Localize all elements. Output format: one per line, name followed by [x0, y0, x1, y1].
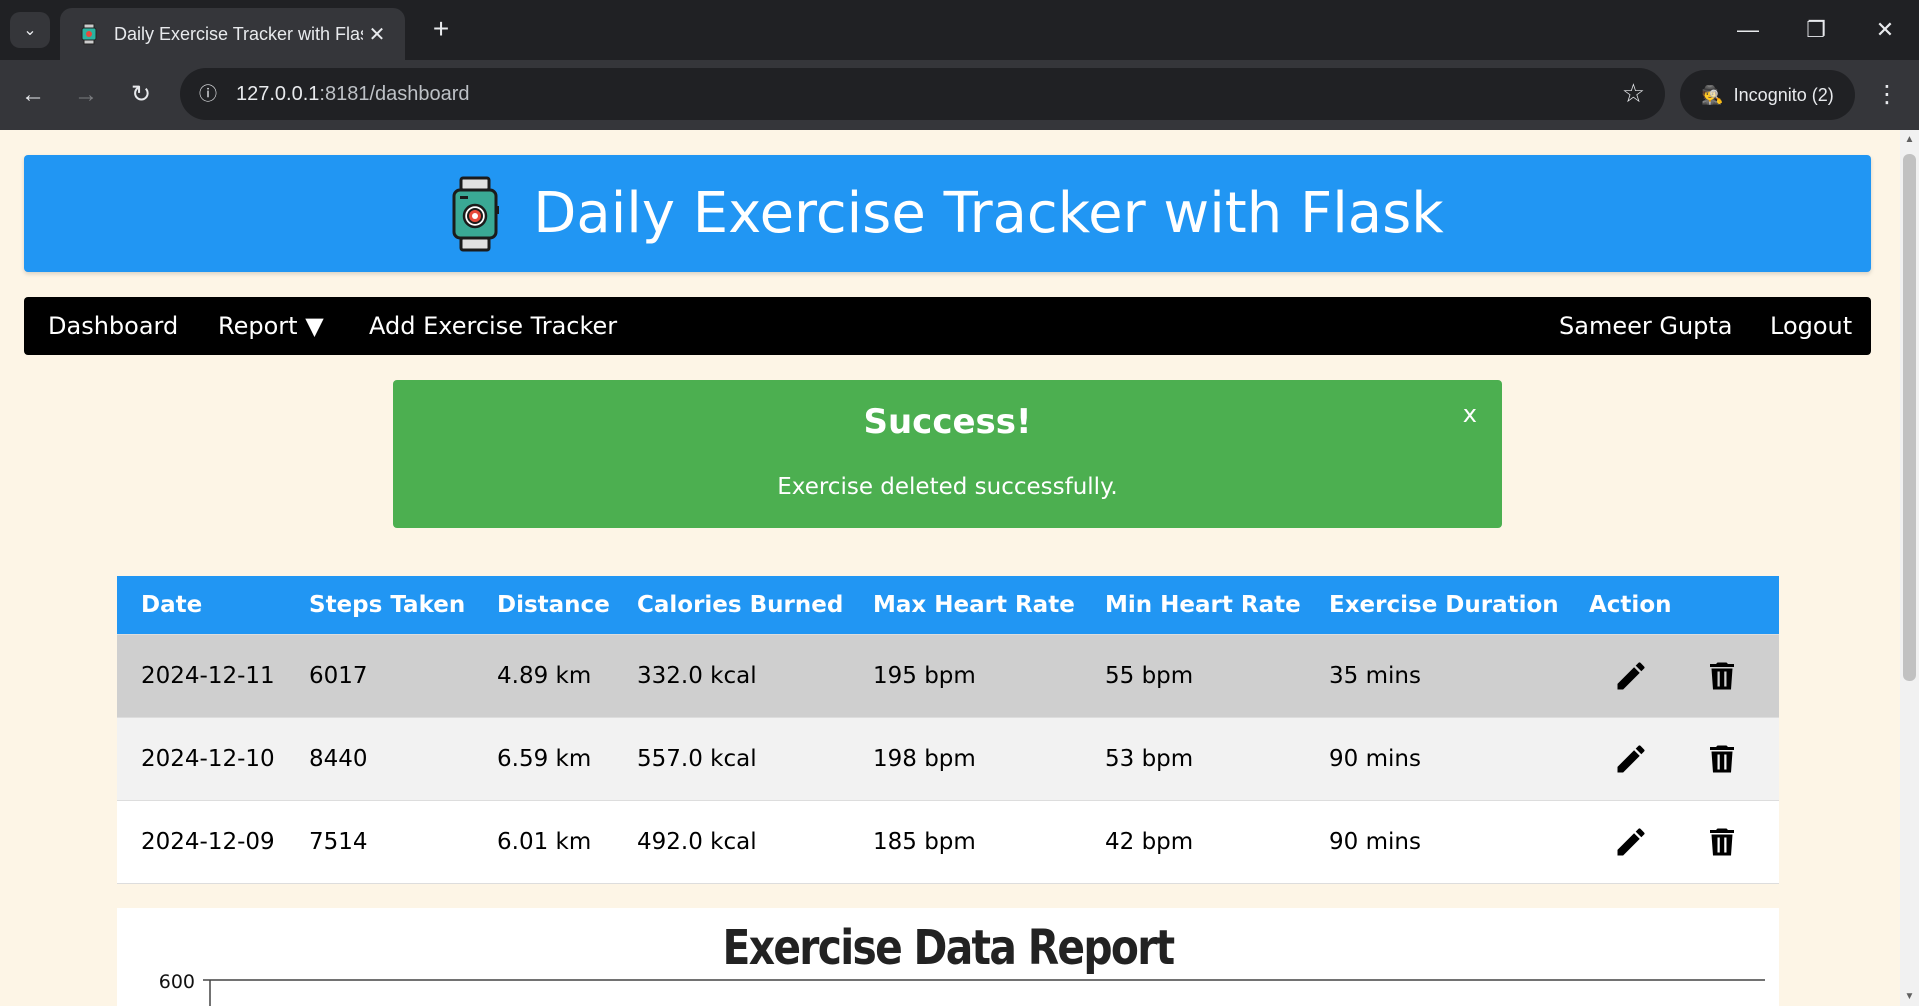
cell-calories: 492.0 kcal [613, 800, 849, 884]
report-chart-svg: 600 [159, 971, 1765, 1006]
tab-search-chevron-icon[interactable]: ⌄ [10, 12, 50, 48]
col-max-hr-header: Max Heart Rate [849, 576, 1081, 635]
nav-dashboard-link[interactable]: Dashboard [48, 297, 178, 355]
browser-toolbar: ← → ↻ ⓘ 127.0.0.1:8181/dashboard ☆ 🕵 Inc… [0, 60, 1919, 130]
incognito-icon: 🕵 [1701, 84, 1724, 105]
scroll-up-arrow-icon[interactable]: ▲ [1903, 134, 1916, 145]
col-calories-header: Calories Burned [613, 576, 849, 635]
chart-y-tick-label: 600 [159, 971, 195, 993]
nav-report-dropdown[interactable]: Report ▼ [218, 297, 324, 355]
cell-distance: 4.89 km [473, 634, 613, 718]
cell-distance: 6.01 km [473, 800, 613, 884]
cell-duration: 90 mins [1305, 800, 1565, 884]
table-header-row: Date Steps Taken Distance Calories Burne… [117, 576, 1779, 635]
close-window-icon[interactable]: ✕ [1865, 14, 1905, 46]
back-arrow-icon[interactable]: ← [16, 78, 50, 112]
smartwatch-favicon-icon [81, 23, 97, 45]
cell-date: 2024-12-10 [117, 717, 285, 801]
delete-icon[interactable] [1704, 658, 1740, 694]
nav-user-name[interactable]: Sameer Gupta [1559, 297, 1733, 355]
address-bar[interactable]: ⓘ 127.0.0.1:8181/dashboard ☆ [180, 68, 1665, 120]
reload-icon[interactable]: ↻ [124, 78, 158, 112]
cell-steps: 8440 [285, 717, 473, 801]
col-action-header: Action [1565, 576, 1779, 635]
incognito-badge[interactable]: 🕵 Incognito (2) [1680, 70, 1855, 120]
edit-icon[interactable] [1613, 824, 1649, 860]
cell-calories: 332.0 kcal [613, 634, 849, 718]
nav-logout-link[interactable]: Logout [1770, 297, 1852, 355]
alert-message: Exercise deleted successfully. [777, 474, 1118, 500]
cell-date: 2024-12-09 [117, 800, 285, 884]
alert-title: Success! [863, 402, 1032, 442]
browser-tab-bar: ⌄ Daily Exercise Tracker with Flask ✕ + … [0, 0, 1919, 60]
cell-max-hr: 198 bpm [849, 717, 1081, 801]
delete-icon[interactable] [1704, 741, 1740, 777]
browser-menu-icon[interactable]: ⋮ [1872, 78, 1902, 112]
cell-duration: 90 mins [1305, 717, 1565, 801]
table-row: 2024-12-10 8440 6.59 km 557.0 kcal 198 b… [117, 717, 1779, 801]
table-row: 2024-12-09 7514 6.01 km 492.0 kcal 185 b… [117, 800, 1779, 884]
exercise-table: Date Steps Taken Distance Calories Burne… [117, 576, 1779, 884]
page-header: Daily Exercise Tracker with Flask [24, 155, 1871, 272]
browser-tab[interactable]: Daily Exercise Tracker with Flask ✕ [60, 8, 405, 60]
cell-actions [1565, 717, 1779, 801]
cell-min-hr: 55 bpm [1081, 634, 1305, 718]
alert-close-button[interactable]: x [1463, 400, 1477, 428]
table-row: 2024-12-11 6017 4.89 km 332.0 kcal 195 b… [117, 634, 1779, 718]
exercise-report-chart: Exercise Data Report 600 [117, 908, 1779, 1006]
forward-arrow-icon[interactable]: → [69, 78, 103, 112]
bookmark-star-icon[interactable]: ☆ [1622, 78, 1645, 109]
scrollbar-thumb[interactable] [1903, 154, 1916, 681]
page-viewport: Daily Exercise Tracker with Flask Dashbo… [0, 130, 1900, 1006]
tab-close-icon[interactable]: ✕ [363, 22, 391, 47]
cell-actions [1565, 634, 1779, 718]
incognito-label: Incognito (2) [1733, 84, 1834, 105]
cell-actions [1565, 800, 1779, 884]
cell-duration: 35 mins [1305, 634, 1565, 718]
cell-distance: 6.59 km [473, 717, 613, 801]
cell-max-hr: 195 bpm [849, 634, 1081, 718]
col-distance-header: Distance [473, 576, 613, 635]
cell-min-hr: 42 bpm [1081, 800, 1305, 884]
col-min-hr-header: Min Heart Rate [1081, 576, 1305, 635]
col-duration-header: Exercise Duration [1305, 576, 1565, 635]
col-date-header: Date [117, 576, 285, 635]
main-navbar: Dashboard Report ▼ Add Exercise Tracker … [24, 297, 1871, 355]
delete-icon[interactable] [1704, 824, 1740, 860]
cell-max-hr: 185 bpm [849, 800, 1081, 884]
url-text[interactable]: 127.0.0.1:8181/dashboard [236, 68, 470, 120]
scroll-down-arrow-icon[interactable]: ▼ [1903, 991, 1916, 1002]
smartwatch-icon [452, 176, 500, 251]
restore-icon[interactable]: ❐ [1796, 14, 1836, 46]
new-tab-plus-icon[interactable]: + [425, 14, 457, 46]
edit-icon[interactable] [1613, 658, 1649, 694]
success-alert: Success! Exercise deleted successfully. … [393, 380, 1502, 528]
nav-add-exercise-link[interactable]: Add Exercise Tracker [369, 297, 617, 355]
page-title: Daily Exercise Tracker with Flask [533, 181, 1444, 246]
minimize-icon[interactable]: — [1728, 14, 1768, 46]
edit-icon[interactable] [1613, 741, 1649, 777]
site-info-icon[interactable]: ⓘ [194, 80, 222, 108]
cell-steps: 6017 [285, 634, 473, 718]
cell-calories: 557.0 kcal [613, 717, 849, 801]
cell-steps: 7514 [285, 800, 473, 884]
cell-min-hr: 53 bpm [1081, 717, 1305, 801]
col-steps-header: Steps Taken [285, 576, 473, 635]
cell-date: 2024-12-11 [117, 634, 285, 718]
tab-title: Daily Exercise Tracker with Flask [114, 23, 363, 44]
page-scrollbar[interactable]: ▲ ▼ [1900, 130, 1919, 1006]
